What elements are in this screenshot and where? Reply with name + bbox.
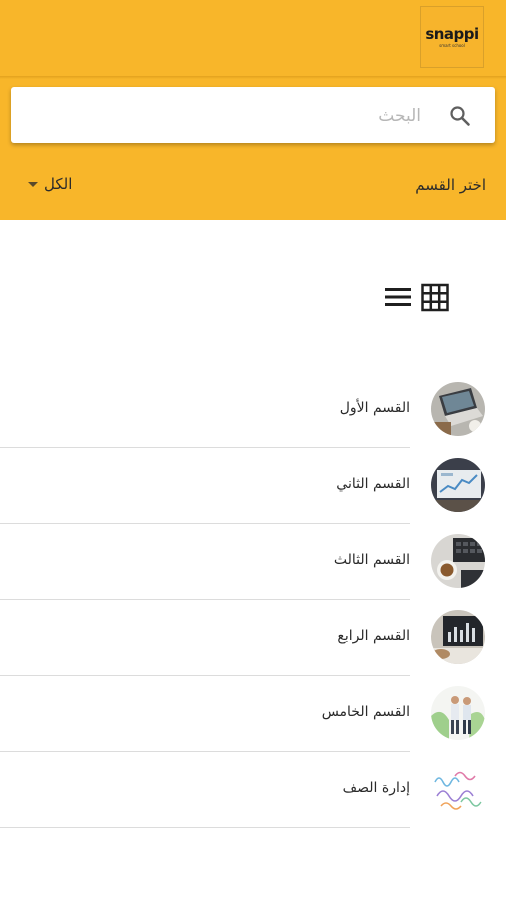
section-label: إدارة الصف — [342, 780, 410, 796]
keyboard-coffee-photo — [431, 534, 485, 588]
tablet-chart-photo — [431, 610, 485, 664]
analytics-screen-photo — [431, 458, 485, 512]
top-bar: snappi smart school — [0, 0, 506, 76]
app-logo[interactable]: snappi smart school — [420, 6, 484, 68]
search-input[interactable] — [39, 100, 423, 132]
section-label: القسم الثاني — [336, 476, 410, 492]
logo-subtext: smart school — [439, 42, 465, 48]
list-view-icon[interactable] — [383, 282, 413, 312]
business-people-photo — [431, 686, 485, 740]
list-item[interactable]: القسم الثاني — [0, 448, 506, 524]
search-icon[interactable] — [448, 104, 472, 128]
section-filter-dropdown[interactable]: الكل — [28, 172, 72, 196]
section-label: القسم الثالث — [333, 552, 410, 568]
list-item[interactable]: القسم الثالث — [0, 524, 506, 600]
divider — [0, 827, 410, 828]
section-label: القسم الرابع — [337, 628, 410, 644]
colorful-doodle-image — [431, 762, 485, 816]
list-item[interactable]: إدارة الصف — [0, 752, 506, 828]
top-bar-shadow — [0, 76, 506, 79]
search-bar[interactable] — [11, 87, 495, 143]
logo-text: snappi — [425, 24, 479, 43]
laptop-desk-photo — [431, 382, 485, 436]
list-item[interactable]: القسم الرابع — [0, 600, 506, 676]
dropdown-triangle-icon — [28, 181, 38, 187]
section-label: القسم الخامس — [321, 704, 410, 720]
list-item[interactable]: القسم الأول — [0, 372, 506, 448]
section-filter-value: الكل — [44, 175, 73, 193]
section-filter-label: اختر القسم — [415, 176, 486, 194]
section-list: القسم الأول القسم الثاني القسم الثالث ال… — [0, 372, 506, 828]
section-label: القسم الأول — [339, 400, 410, 416]
grid-view-icon[interactable] — [420, 282, 450, 312]
app-header: snappi smart school اختر القسم الكل — [0, 0, 506, 220]
list-item[interactable]: القسم الخامس — [0, 676, 506, 752]
